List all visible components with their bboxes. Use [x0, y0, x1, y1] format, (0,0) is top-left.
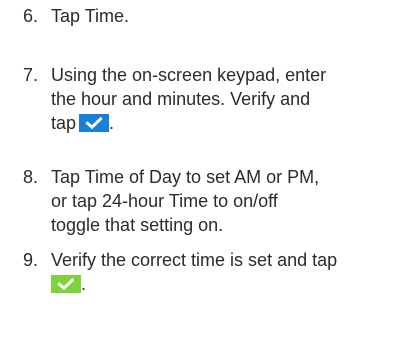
- check-icon: [51, 275, 81, 293]
- step-line: Tap Time.: [51, 6, 130, 26]
- step-trailing: .: [81, 274, 87, 294]
- step-text: Tap Time.: [51, 4, 413, 28]
- step-trailing: .: [109, 113, 115, 133]
- step-line: toggle that setting on.: [51, 215, 224, 235]
- step-line-with-icon: .: [51, 272, 413, 296]
- step-text: Using the on-screen keypad, enter the ho…: [51, 63, 413, 135]
- step-line: or tap 24-hour Time to on/off: [51, 191, 278, 211]
- step-text: Verify the correct time is set and tap .: [51, 248, 413, 296]
- step-line: Verify the correct time is set and tap: [51, 250, 338, 270]
- step-number: 8.: [23, 167, 39, 187]
- check-icon: [79, 114, 110, 132]
- step-line: Using the on-screen keypad, enter: [51, 65, 327, 85]
- step-line-with-icon: tap.: [51, 111, 413, 135]
- step-number: 7.: [23, 65, 39, 85]
- step-number: 9.: [23, 250, 39, 270]
- step-number: 6.: [23, 6, 39, 26]
- step-line: Tap Time of Day to set AM or PM,: [51, 167, 320, 187]
- step-line: the hour and minutes. Verify and: [51, 89, 311, 109]
- step-line: tap: [51, 113, 77, 133]
- step-text: Tap Time of Day to set AM or PM, or tap …: [51, 165, 413, 237]
